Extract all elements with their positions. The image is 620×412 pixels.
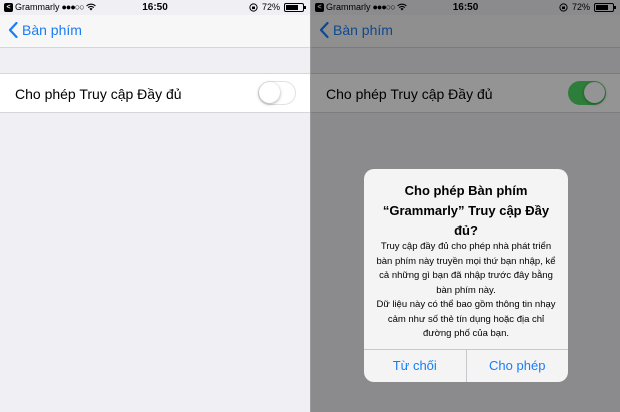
- full-access-toggle[interactable]: [258, 81, 296, 105]
- settings-screen-before: < Grammarly ●●●○○ 16:50 72% Bàn phím Cho…: [0, 0, 310, 412]
- battery-icon: [284, 2, 306, 12]
- alert-message: Truy cập đầy đủ cho phép nhà phát triển …: [374, 240, 558, 342]
- full-access-alert: Cho phép Bàn phím “Grammarly” Truy cập Đ…: [364, 169, 568, 382]
- full-access-label: Cho phép Truy cập Đầy đủ: [15, 86, 182, 102]
- full-access-row: Cho phép Truy cập Đầy đủ: [0, 73, 310, 113]
- alert-message-paragraph: Truy cập đầy đủ cho phép nhà phát triển …: [376, 241, 556, 296]
- back-button-label: Bàn phím: [22, 22, 82, 38]
- toggle-knob: [259, 82, 280, 103]
- alert-title: Cho phép Bàn phím “Grammarly” Truy cập Đ…: [382, 183, 550, 238]
- alert-button-bar: Từ chối Cho phép: [364, 349, 568, 382]
- settings-screen-after: < Grammarly ●●●○○ 16:50 72% Bàn phím Cho…: [311, 0, 620, 412]
- status-bar: < Grammarly ●●●○○ 16:50 72%: [0, 0, 310, 15]
- allow-button[interactable]: Cho phép: [465, 350, 569, 382]
- orientation-lock-icon: [249, 2, 258, 12]
- back-button[interactable]: Bàn phím: [8, 22, 82, 38]
- battery-percent: 72%: [261, 2, 280, 12]
- deny-button[interactable]: Từ chối: [364, 350, 466, 382]
- navigation-bar: Bàn phím: [0, 15, 310, 48]
- chevron-left-icon: [8, 22, 18, 38]
- alert-message-paragraph: Dữ liệu này có thể bao gồm thông tin nhạ…: [376, 299, 556, 339]
